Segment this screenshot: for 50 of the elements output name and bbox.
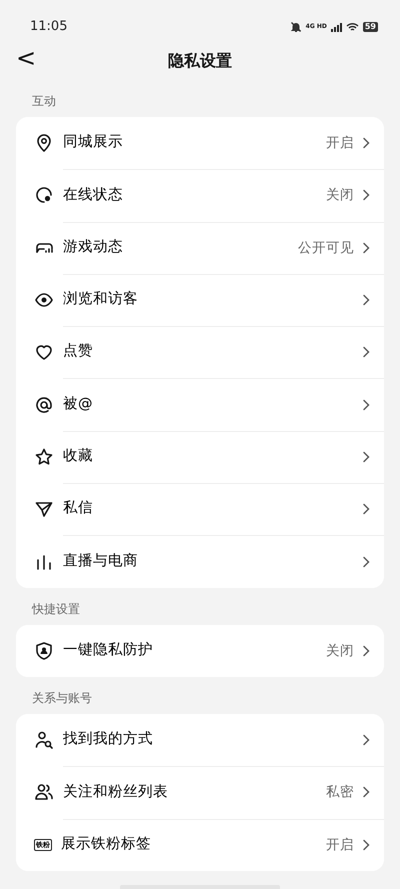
setting-value: 公开可见 xyxy=(298,238,354,258)
setting-value: 私密 xyxy=(326,783,354,802)
section-title: 互动 xyxy=(31,93,57,110)
people-icon xyxy=(34,782,54,802)
battery-level: 59 xyxy=(362,22,378,32)
setting-label: 浏览和访客 xyxy=(63,290,139,310)
section-title: 快捷设置 xyxy=(30,600,81,618)
chevron-right-icon xyxy=(362,346,370,358)
setting-label: 在线状态 xyxy=(63,186,124,205)
chevron-right-icon xyxy=(362,398,370,411)
status-circle-icon xyxy=(34,185,54,206)
setting-label: 点赞 xyxy=(63,342,94,362)
back-button[interactable]: < xyxy=(12,46,40,70)
setting-value: 开启 xyxy=(326,836,354,855)
chevron-right-icon xyxy=(362,786,370,798)
setting-value: 关闭 xyxy=(326,642,354,661)
chevron-right-icon xyxy=(362,734,370,746)
setting-label: 关注和粉丝列表 xyxy=(63,782,169,802)
setting-label: 找到我的方式 xyxy=(63,730,154,750)
status-time: 11:05 xyxy=(30,18,68,36)
setting-label: 一键隐私防护 xyxy=(63,640,154,660)
page-title: 隐私设置 xyxy=(168,50,232,72)
chevron-right-icon xyxy=(362,137,370,150)
chevron-right-icon xyxy=(362,644,370,657)
muted-bell-icon xyxy=(290,21,302,33)
setting-value: 开启 xyxy=(326,134,354,154)
wifi-icon xyxy=(346,22,359,32)
setting-label: 私信 xyxy=(63,499,94,518)
chevron-right-icon xyxy=(362,838,370,851)
setting-label: 同城展示 xyxy=(63,133,124,152)
send-icon xyxy=(34,499,54,520)
setting-label: 直播与电商 xyxy=(63,552,139,571)
signal-icon xyxy=(330,22,342,32)
chevron-right-icon xyxy=(362,450,370,463)
at-sign-icon xyxy=(34,394,54,415)
chevron-right-icon xyxy=(362,189,370,202)
shield-person-icon xyxy=(34,640,54,661)
setting-label: 收藏 xyxy=(63,447,94,466)
star-icon xyxy=(34,446,54,467)
setting-value: 关闭 xyxy=(326,186,354,206)
section-title: 关系与账号 xyxy=(31,690,93,707)
location-pin-icon xyxy=(34,133,54,154)
setting-label: 游戏动态 xyxy=(63,238,124,257)
chevron-right-icon xyxy=(362,556,370,568)
setting-label: 被@ xyxy=(63,394,94,414)
chevron-right-icon xyxy=(362,503,370,516)
person-search-icon xyxy=(34,730,54,750)
setting-label: 展示铁粉标签 xyxy=(61,834,152,854)
chevron-right-icon xyxy=(362,242,370,254)
chevron-right-icon xyxy=(362,294,370,306)
